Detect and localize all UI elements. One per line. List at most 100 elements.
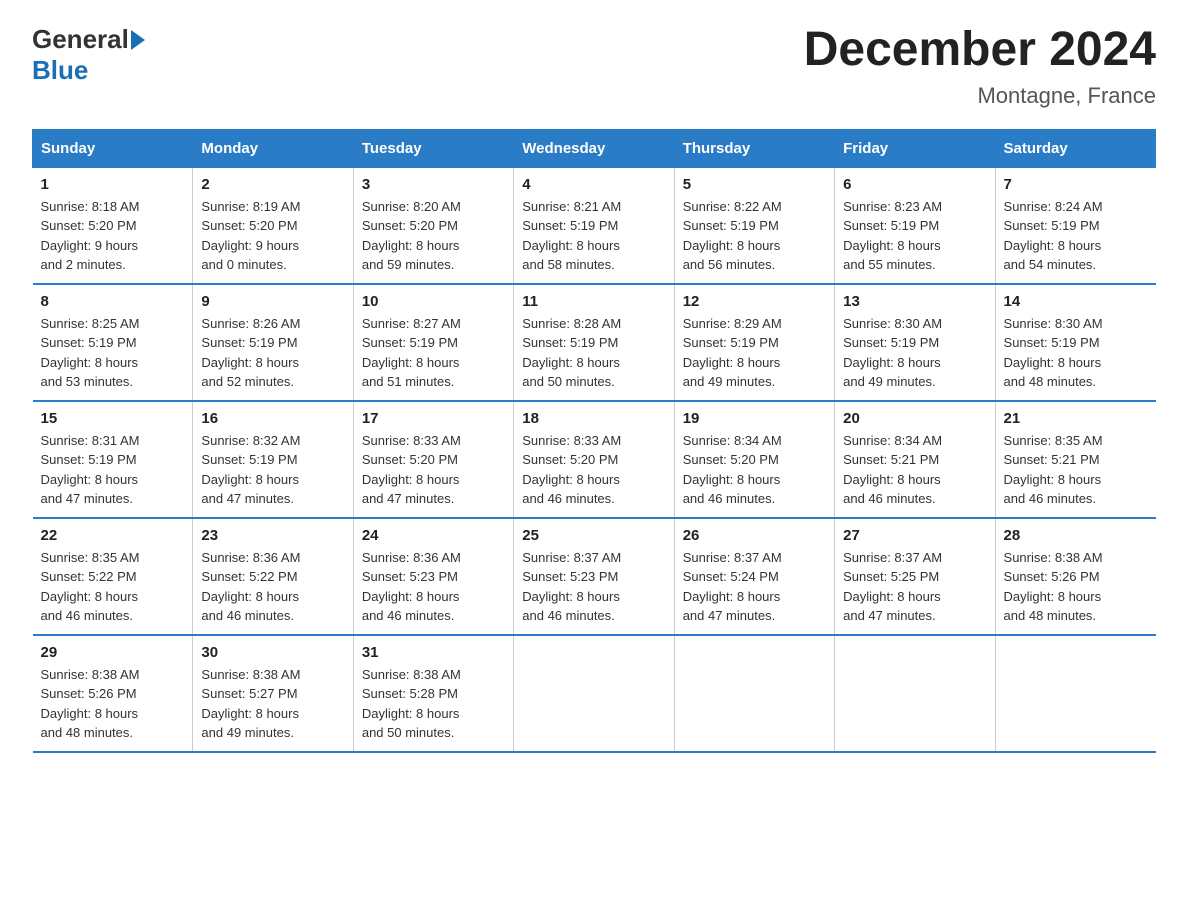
- day-info: Sunrise: 8:19 AM Sunset: 5:20 PM Dayligh…: [201, 197, 344, 275]
- calendar-cell: 9Sunrise: 8:26 AM Sunset: 5:19 PM Daylig…: [193, 284, 353, 401]
- calendar-cell: 25Sunrise: 8:37 AM Sunset: 5:23 PM Dayli…: [514, 518, 674, 635]
- day-number: 18: [522, 410, 665, 427]
- week-row-2: 8 Sunrise: 8:25 AM Sunset: 5:19 PM Daylig…: [33, 284, 1156, 401]
- day-number: 6: [843, 176, 986, 193]
- day-info: Sunrise: 8:25 AM Sunset: 5:19 PM Dayligh…: [41, 314, 185, 392]
- week-row-5: 29 Sunrise: 8:38 AM Sunset: 5:26 PM Dayli…: [33, 635, 1156, 752]
- calendar-cell: [995, 635, 1155, 752]
- day-number: 23: [201, 527, 344, 544]
- day-number: 4: [522, 176, 665, 193]
- week-row-3: 15 Sunrise: 8:31 AM Sunset: 5:19 PM Dayli…: [33, 401, 1156, 518]
- day-info: Sunrise: 8:27 AM Sunset: 5:19 PM Dayligh…: [362, 314, 505, 392]
- week-row-1: 1Sunrise: 8:18 AM Sunset: 5:20 PM Daylig…: [33, 167, 1156, 284]
- day-info: Sunrise: 8:37 AM Sunset: 5:25 PM Dayligh…: [843, 548, 986, 626]
- day-number: 19: [683, 410, 826, 427]
- weekday-header-thursday: Thursday: [674, 129, 834, 167]
- calendar-cell: 2 Sunrise: 8:19 AM Sunset: 5:20 PM Daylig…: [193, 167, 353, 284]
- calendar-cell: 23 Sunrise: 8:36 AM Sunset: 5:22 PM Dayli…: [193, 518, 353, 635]
- calendar-cell: 22 Sunrise: 8:35 AM Sunset: 5:22 PM Dayli…: [33, 518, 193, 635]
- day-info: Sunrise: 8:36 AM Sunset: 5:23 PM Dayligh…: [362, 548, 505, 626]
- calendar-cell: 30Sunrise: 8:38 AM Sunset: 5:27 PM Dayli…: [193, 635, 353, 752]
- logo-text: General: [32, 24, 146, 55]
- calendar-cell: 1Sunrise: 8:18 AM Sunset: 5:20 PM Daylig…: [33, 167, 193, 284]
- day-number: 8: [41, 293, 185, 310]
- calendar-cell: 31 Sunrise: 8:38 AM Sunset: 5:28 PM Dayli…: [353, 635, 513, 752]
- day-info: Sunrise: 8:23 AM Sunset: 5:19 PM Dayligh…: [843, 197, 986, 275]
- main-title: December 2024: [804, 24, 1156, 77]
- calendar-cell: 14 Sunrise: 8:30 AM Sunset: 5:19 PM Dayli…: [995, 284, 1155, 401]
- week-row-4: 22 Sunrise: 8:35 AM Sunset: 5:22 PM Dayli…: [33, 518, 1156, 635]
- logo-blue-text: Blue: [32, 55, 88, 86]
- subtitle: Montagne, France: [804, 83, 1156, 109]
- weekday-header-sunday: Sunday: [33, 129, 193, 167]
- day-number: 21: [1004, 410, 1148, 427]
- day-number: 20: [843, 410, 986, 427]
- calendar-cell: [514, 635, 674, 752]
- day-number: 3: [362, 176, 505, 193]
- day-number: 5: [683, 176, 826, 193]
- calendar-cell: 24 Sunrise: 8:36 AM Sunset: 5:23 PM Dayli…: [353, 518, 513, 635]
- calendar-cell: 13Sunrise: 8:30 AM Sunset: 5:19 PM Dayli…: [835, 284, 995, 401]
- day-info: Sunrise: 8:28 AM Sunset: 5:19 PM Dayligh…: [522, 314, 665, 392]
- weekday-header-friday: Friday: [835, 129, 995, 167]
- day-number: 29: [41, 644, 185, 661]
- day-number: 22: [41, 527, 185, 544]
- day-number: 9: [201, 293, 344, 310]
- weekday-header-row: SundayMondayTuesdayWednesdayThursdayFrid…: [33, 129, 1156, 167]
- day-number: 24: [362, 527, 505, 544]
- day-info: Sunrise: 8:31 AM Sunset: 5:19 PM Dayligh…: [41, 431, 185, 509]
- calendar-cell: 7 Sunrise: 8:24 AM Sunset: 5:19 PM Daylig…: [995, 167, 1155, 284]
- day-info: Sunrise: 8:34 AM Sunset: 5:20 PM Dayligh…: [683, 431, 826, 509]
- weekday-header-saturday: Saturday: [995, 129, 1155, 167]
- day-number: 7: [1004, 176, 1148, 193]
- calendar-cell: 18Sunrise: 8:33 AM Sunset: 5:20 PM Dayli…: [514, 401, 674, 518]
- weekday-header-monday: Monday: [193, 129, 353, 167]
- day-info: Sunrise: 8:30 AM Sunset: 5:19 PM Dayligh…: [843, 314, 986, 392]
- day-info: Sunrise: 8:22 AM Sunset: 5:19 PM Dayligh…: [683, 197, 826, 275]
- day-info: Sunrise: 8:38 AM Sunset: 5:28 PM Dayligh…: [362, 665, 505, 743]
- calendar-cell: 15 Sunrise: 8:31 AM Sunset: 5:19 PM Dayli…: [33, 401, 193, 518]
- day-info: Sunrise: 8:24 AM Sunset: 5:19 PM Dayligh…: [1004, 197, 1148, 275]
- day-number: 28: [1004, 527, 1148, 544]
- day-number: 2: [201, 176, 344, 193]
- day-info: Sunrise: 8:37 AM Sunset: 5:24 PM Dayligh…: [683, 548, 826, 626]
- calendar-cell: 16 Sunrise: 8:32 AM Sunset: 5:19 PM Dayli…: [193, 401, 353, 518]
- calendar-cell: 29 Sunrise: 8:38 AM Sunset: 5:26 PM Dayli…: [33, 635, 193, 752]
- calendar-cell: 20 Sunrise: 8:34 AM Sunset: 5:21 PM Dayli…: [835, 401, 995, 518]
- day-info: Sunrise: 8:30 AM Sunset: 5:19 PM Dayligh…: [1004, 314, 1148, 392]
- day-info: Sunrise: 8:36 AM Sunset: 5:22 PM Dayligh…: [201, 548, 344, 626]
- day-number: 14: [1004, 293, 1148, 310]
- day-number: 25: [522, 527, 665, 544]
- calendar-cell: 4 Sunrise: 8:21 AM Sunset: 5:19 PM Daylig…: [514, 167, 674, 284]
- day-info: Sunrise: 8:35 AM Sunset: 5:22 PM Dayligh…: [41, 548, 185, 626]
- calendar-cell: 27 Sunrise: 8:37 AM Sunset: 5:25 PM Dayli…: [835, 518, 995, 635]
- title-block: December 2024 Montagne, France: [804, 24, 1156, 109]
- weekday-header-wednesday: Wednesday: [514, 129, 674, 167]
- calendar-cell: 21 Sunrise: 8:35 AM Sunset: 5:21 PM Dayli…: [995, 401, 1155, 518]
- day-info: Sunrise: 8:38 AM Sunset: 5:26 PM Dayligh…: [41, 665, 185, 743]
- calendar-cell: 5 Sunrise: 8:22 AM Sunset: 5:19 PM Daylig…: [674, 167, 834, 284]
- calendar-cell: 11Sunrise: 8:28 AM Sunset: 5:19 PM Dayli…: [514, 284, 674, 401]
- day-info: Sunrise: 8:35 AM Sunset: 5:21 PM Dayligh…: [1004, 431, 1148, 509]
- day-number: 31: [362, 644, 505, 661]
- day-info: Sunrise: 8:29 AM Sunset: 5:19 PM Dayligh…: [683, 314, 826, 392]
- calendar-cell: 19 Sunrise: 8:34 AM Sunset: 5:20 PM Dayli…: [674, 401, 834, 518]
- day-info: Sunrise: 8:32 AM Sunset: 5:19 PM Dayligh…: [201, 431, 344, 509]
- calendar-cell: 28 Sunrise: 8:38 AM Sunset: 5:26 PM Dayli…: [995, 518, 1155, 635]
- day-number: 15: [41, 410, 185, 427]
- day-number: 30: [201, 644, 344, 661]
- day-number: 27: [843, 527, 986, 544]
- day-number: 16: [201, 410, 344, 427]
- weekday-header-tuesday: Tuesday: [353, 129, 513, 167]
- calendar-cell: 6 Sunrise: 8:23 AM Sunset: 5:19 PM Daylig…: [835, 167, 995, 284]
- calendar-cell: 12Sunrise: 8:29 AM Sunset: 5:19 PM Dayli…: [674, 284, 834, 401]
- day-info: Sunrise: 8:21 AM Sunset: 5:19 PM Dayligh…: [522, 197, 665, 275]
- logo-general: General: [32, 24, 129, 55]
- day-info: Sunrise: 8:34 AM Sunset: 5:21 PM Dayligh…: [843, 431, 986, 509]
- day-number: 10: [362, 293, 505, 310]
- day-number: 17: [362, 410, 505, 427]
- day-info: Sunrise: 8:38 AM Sunset: 5:26 PM Dayligh…: [1004, 548, 1148, 626]
- calendar-table: SundayMondayTuesdayWednesdayThursdayFrid…: [32, 129, 1156, 753]
- calendar-cell: [674, 635, 834, 752]
- day-number: 26: [683, 527, 826, 544]
